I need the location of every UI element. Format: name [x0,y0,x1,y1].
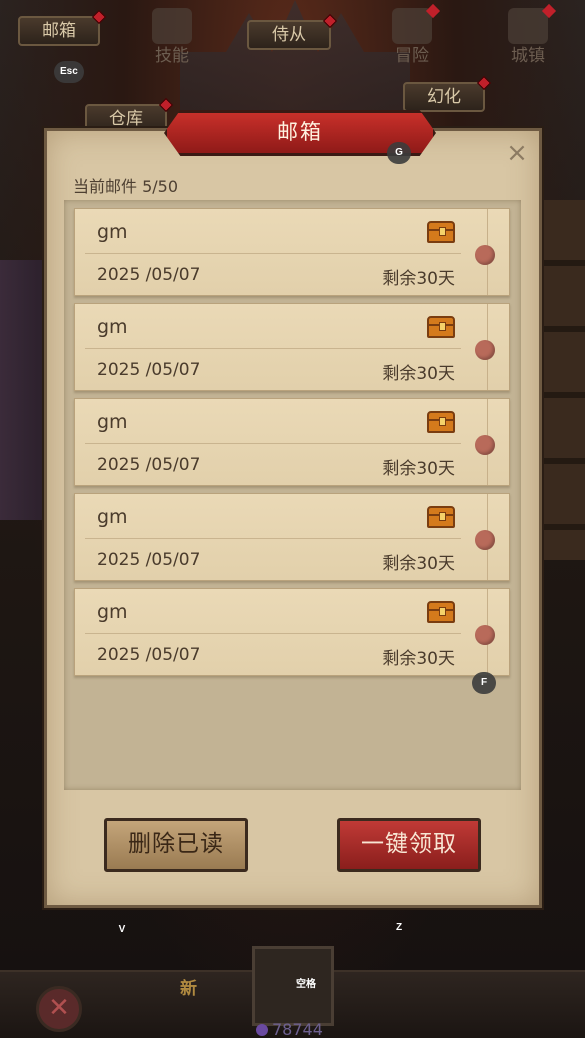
right-shelf [537,200,585,560]
mail-expiry: 剩余30天 [382,649,455,669]
mail-expiry: 剩余30天 [382,554,455,574]
gem-value: 78744 [272,1020,323,1038]
treasure-chest-icon [427,506,455,528]
treasure-chest-icon [427,411,455,433]
mail-expiry: 剩余30天 [382,364,455,384]
treasure-chest-icon [427,601,455,623]
tab-mail-label: 邮箱 [42,21,76,41]
mail-item[interactable]: gm 2025 /05/07 剩余30天 [74,588,510,676]
key-hint-space: 空格 [296,979,316,990]
gem-counter: 78744 [256,1020,323,1038]
divider [85,538,461,539]
mail-date: 2025 /05/07 [97,550,201,570]
nav-town[interactable]: 城镇 [496,0,560,68]
mail-sender: gm [97,601,128,623]
mail-item[interactable]: gm 2025 /05/07 剩余30天 [74,208,510,296]
mail-item[interactable]: gm 2025 /05/07 剩余30天 [74,493,510,581]
treasure-chest-icon [427,221,455,243]
map-icon [392,8,432,44]
close-circle-icon[interactable]: ✕ [36,986,82,1032]
divider [85,348,461,349]
key-hint-esc: Esc [54,61,84,83]
tab-warehouse-label: 仓库 [109,109,143,129]
left-shelf [0,260,50,520]
tab-illusion[interactable]: 幻化 [403,75,492,112]
divider [85,253,461,254]
key-hint-v: V [118,924,126,935]
claim-all-button[interactable]: 一键领取 [337,818,481,872]
divider [85,633,461,634]
nav-adventure-label: 冒险 [395,46,429,66]
mail-date: 2025 /05/07 [97,455,201,475]
mail-sender: gm [97,411,128,433]
mail-expiry: 剩余30天 [382,269,455,289]
mail-sender: gm [97,506,128,528]
nav-skills-label: 技能 [155,46,189,66]
mail-date: 2025 /05/07 [97,360,201,380]
treasure-chest-icon [427,316,455,338]
key-hint-g: G [387,142,411,164]
mail-date: 2025 /05/07 [97,265,201,285]
gem-icon [256,1024,268,1036]
mail-expiry: 剩余30天 [382,459,455,479]
mail-count: 当前邮件 5/50 [73,177,179,196]
nav-adventure[interactable]: 冒险 [380,0,444,68]
wax-seal-icon [475,245,495,265]
mail-item[interactable]: gm 2025 /05/07 剩余30天 [74,303,510,391]
nav-skills[interactable]: 技能 [140,0,204,68]
tab-mail[interactable]: 邮箱 [18,9,107,46]
mail-sender: gm [97,316,128,338]
mail-date: 2025 /05/07 [97,645,201,665]
mail-item[interactable]: gm 2025 /05/07 剩余30天 [74,398,510,486]
delete-read-button[interactable]: 删除已读 [104,818,248,872]
wax-seal-icon [475,435,495,455]
town-icon [508,8,548,44]
wax-seal-icon [475,625,495,645]
tab-illusion-label: 幻化 [427,87,461,107]
tab-servant-label: 侍从 [272,25,306,45]
scroll-icon [152,8,192,44]
wax-seal-icon [475,530,495,550]
key-hint-f: F [472,672,496,694]
close-button[interactable]: × [504,140,530,166]
key-hint-z: Z [395,922,403,933]
wax-seal-icon [475,340,495,360]
tab-servant[interactable]: 侍从 [247,13,338,50]
nav-town-label: 城镇 [511,46,545,66]
mail-sender: gm [97,221,128,243]
divider [85,443,461,444]
new-badge: 新 [180,979,197,999]
